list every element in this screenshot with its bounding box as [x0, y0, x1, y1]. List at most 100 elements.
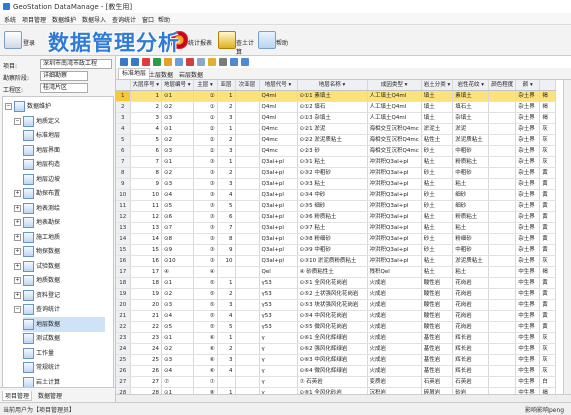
table-cell[interactable]: [235, 134, 260, 146]
table-cell[interactable]: [235, 167, 260, 179]
tree-node[interactable]: + 地质数据: [14, 273, 105, 288]
table-cell[interactable]: ⑥: [193, 365, 218, 377]
table-cell[interactable]: ⊙2: [161, 288, 194, 300]
table-cell[interactable]: 1: [217, 332, 236, 344]
table-cell[interactable]: 粘土: [421, 211, 454, 223]
table-cell[interactable]: [488, 189, 517, 201]
table-cell[interactable]: ⊙⑤4 中风化花岗岩: [297, 310, 368, 322]
table-cell[interactable]: 火成岩: [367, 365, 422, 377]
tree-node[interactable]: + 地表勘探: [14, 215, 105, 230]
table-cell[interactable]: 填石土: [452, 101, 490, 113]
table-row[interactable]: 9 9 ⊙3 ③ 3 Q3al+pl ⊙③3 粘土 冲洪积Q3al+pl 粘土 粘土 杂土界黄: [116, 178, 557, 190]
cancel-icon[interactable]: [186, 58, 194, 66]
table-cell[interactable]: ⑤: [193, 277, 218, 289]
table-cell[interactable]: ⊙8: [161, 233, 194, 245]
table-cell[interactable]: 杂土界: [515, 90, 541, 102]
refresh-icon[interactable]: [197, 58, 205, 66]
column-header[interactable]: [539, 80, 557, 91]
table-cell[interactable]: ③: [193, 244, 218, 256]
table-cell[interactable]: Q3al+pl: [259, 200, 298, 212]
table-cell[interactable]: [235, 343, 260, 355]
table-cell[interactable]: ⊙5: [161, 321, 194, 333]
table-cell[interactable]: 中生界: [515, 277, 541, 289]
table-cell[interactable]: 淤泥质粘土: [452, 134, 490, 146]
table-cell[interactable]: ⊙①2 填石: [297, 101, 368, 113]
calc-button[interactable]: 查土计算: [218, 29, 258, 56]
table-cell[interactable]: ④: [193, 266, 218, 278]
area-field[interactable]: 桂湾片区: [40, 83, 88, 93]
table-cell[interactable]: 灰: [539, 156, 557, 168]
table-cell[interactable]: 粘性土: [421, 134, 454, 146]
table-cell[interactable]: 杂土界: [515, 255, 541, 267]
table-cell[interactable]: Q3al+pl: [259, 255, 298, 267]
table-cell[interactable]: [235, 277, 260, 289]
table-cell[interactable]: 黄: [539, 321, 557, 333]
table-cell[interactable]: γ: [259, 376, 298, 388]
expand-toggle-icon[interactable]: −: [5, 103, 12, 110]
table-cell[interactable]: 3: [217, 299, 236, 311]
table-cell[interactable]: 酸性岩: [421, 288, 454, 300]
table-cell[interactable]: 冲洪积Q3al+pl: [367, 233, 422, 245]
table-cell[interactable]: 杂土界: [515, 101, 541, 113]
table-cell[interactable]: 石英岩: [421, 376, 454, 388]
table-cell[interactable]: 15: [130, 244, 163, 256]
table-cell[interactable]: Q4mc: [259, 123, 298, 135]
table-cell[interactable]: [488, 277, 517, 289]
stage-field[interactable]: 详细勘察: [40, 71, 88, 81]
table-cell[interactable]: ③: [193, 222, 218, 234]
table-cell[interactable]: 冲洪积Q3al+pl: [367, 178, 422, 190]
table-cell[interactable]: 黄: [539, 299, 557, 311]
table-cell[interactable]: 中生界: [515, 354, 541, 366]
table-cell[interactable]: 12: [130, 211, 163, 223]
table-cell[interactable]: 2: [217, 343, 236, 355]
table-cell[interactable]: γ53: [259, 310, 298, 322]
table-cell[interactable]: 中生界: [515, 321, 541, 333]
table-cell[interactable]: 21: [130, 310, 163, 322]
expand-toggle-icon[interactable]: +: [14, 219, 21, 226]
table-cell[interactable]: 淤泥土: [421, 123, 454, 135]
table-cell[interactable]: 基性岩: [421, 332, 454, 344]
table-cell[interactable]: 杂土界: [515, 178, 541, 190]
table-cell[interactable]: 1: [217, 123, 236, 135]
table-cell[interactable]: 8: [217, 233, 236, 245]
table-cell[interactable]: ⊙3: [161, 178, 194, 190]
table-cell[interactable]: Q4ml: [259, 112, 298, 124]
table-cell[interactable]: 6: [217, 211, 236, 223]
table-cell[interactable]: 2: [217, 288, 236, 300]
table-cell[interactable]: 素填土: [452, 90, 490, 102]
table-cell[interactable]: ⑦ 石英岩: [297, 376, 368, 388]
table-cell[interactable]: 变质岩: [367, 376, 422, 388]
first-record-icon[interactable]: [120, 58, 128, 66]
table-cell[interactable]: ⊙2: [161, 134, 194, 146]
table-row[interactable]: 21 21 ⊙4 ⑤ 4 γ53 ⊙⑤4 中风化花岗岩 火成岩 酸性岩 花岗岩 中生界黄: [116, 310, 557, 322]
tree-node[interactable]: 岩土计算: [23, 375, 105, 387]
table-cell[interactable]: ⊙①1 素填土: [297, 90, 368, 102]
tree-node[interactable]: − 数据维护: [5, 99, 105, 114]
table-cell[interactable]: [488, 233, 517, 245]
table-cell[interactable]: [235, 354, 260, 366]
menu-help[interactable]: 帮助: [158, 15, 170, 24]
table-cell[interactable]: 花岗岩: [452, 321, 490, 333]
table-cell[interactable]: ⊙4: [161, 310, 194, 322]
table-cell[interactable]: ②: [193, 123, 218, 135]
table-cell[interactable]: 灰: [539, 354, 557, 366]
table-cell[interactable]: ⊙③9 中粗砂: [297, 244, 368, 256]
column-header[interactable]: 颜色程度: [488, 80, 517, 91]
table-cell[interactable]: 黄: [539, 200, 557, 212]
table-cell[interactable]: ⑦: [193, 376, 218, 388]
table-cell[interactable]: 填土: [421, 101, 454, 113]
table-cell[interactable]: [488, 244, 517, 256]
table-cell[interactable]: 14: [130, 233, 163, 245]
prev-record-icon[interactable]: [131, 58, 139, 66]
table-row[interactable]: 23 23 ⊙1 ⑥ 1 γ ⊙⑥1 全风化辉绿岩 火成岩 基性岩 辉长岩 中生界灰: [116, 332, 557, 344]
table-cell[interactable]: ⑥: [193, 343, 218, 355]
table-cell[interactable]: 砂土: [421, 167, 454, 179]
expand-toggle-icon[interactable]: +: [14, 262, 21, 270]
column-header[interactable]: 岩土分类 ▾: [421, 80, 454, 91]
table-cell[interactable]: 2: [217, 167, 236, 179]
table-cell[interactable]: 3: [217, 178, 236, 190]
table-cell[interactable]: ⊙3: [161, 112, 194, 124]
tree-node[interactable]: + 物探数据: [14, 244, 105, 259]
tree-node[interactable]: 常规统计: [23, 360, 105, 375]
table-cell[interactable]: 细砂: [452, 189, 490, 201]
